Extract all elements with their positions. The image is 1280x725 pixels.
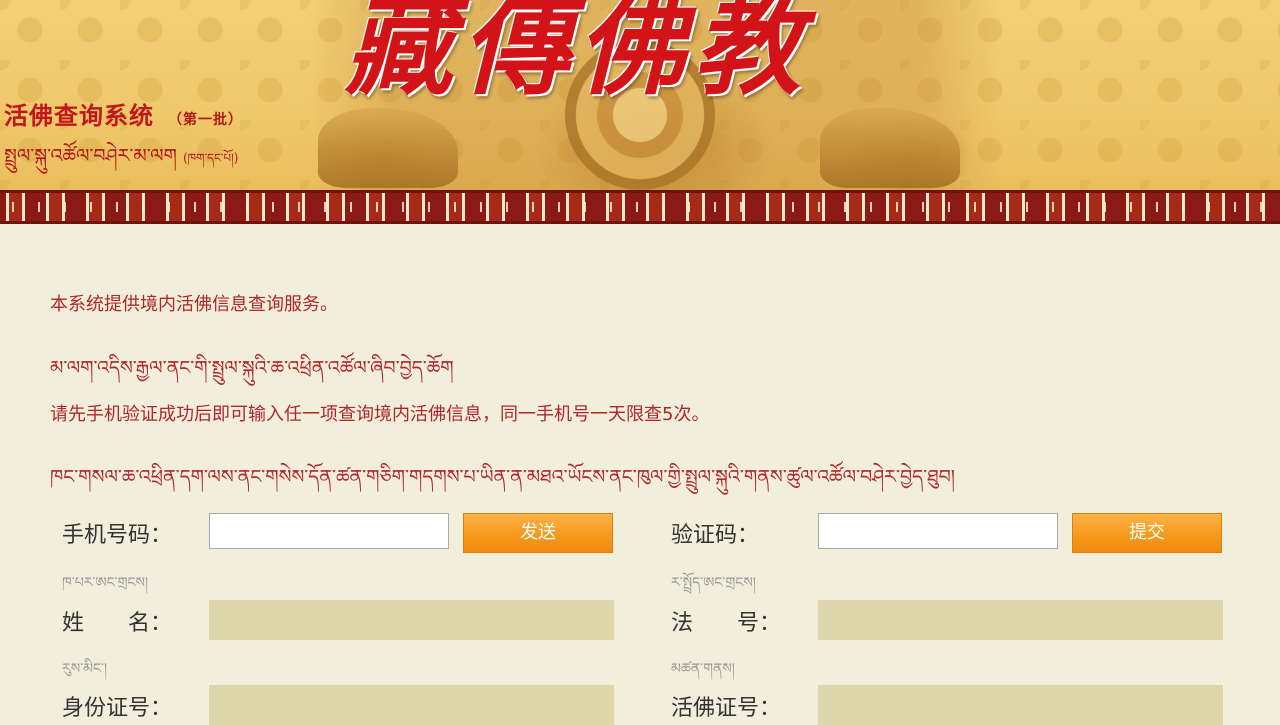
system-title-tibetan-text: སྤྲུལ་སྐུ་འཚོལ་བཤེར་མ་ལག: [4, 145, 177, 167]
decorative-border: [0, 190, 1280, 224]
intro-line-3: 请先手机验证成功后即可输入任一项查询境内活佛信息，同一手机号一天限查5次。: [50, 404, 710, 425]
batch-label-tibetan: (ཁག་དང་པོ།): [182, 151, 239, 165]
id-number-label: 身份证号：: [62, 696, 173, 721]
dharma-name-field[interactable]: [818, 600, 1223, 640]
submit-button[interactable]: 提交: [1072, 513, 1222, 553]
batch-label: （第一批）: [168, 112, 243, 128]
intro-line-4-tibetan: ཁང་གསལ་ཆ་འཕྲིན་དག་ལས་ནང་གསེས་དོན་ཚན་གཅིག…: [50, 466, 956, 488]
name-label: 姓 名：: [62, 611, 173, 636]
phone-label: 手机号码：: [62, 523, 173, 548]
header-banner: 藏傳佛教 活佛查询系统 （第一批） སྤྲུལ་སྐུ་འཚོལ་བཤེར་མ་ལ…: [0, 0, 1280, 195]
living-buddha-id-label: 活佛证号：: [671, 696, 782, 721]
phone-label-tibetan: ཁ་པར་ཨང་གྲངས།: [62, 575, 149, 591]
system-title-tibetan: སྤྲུལ་སྐུ་འཚོལ་བཤེར་མ་ལག (ཁག་དང་པོ།): [4, 134, 238, 188]
system-title: 活佛查询系统 （第一批）: [4, 96, 243, 131]
header-calligraphy: 藏傳佛教: [345, 0, 810, 110]
intro-line-1: 本系统提供境内活佛信息查询服务。: [50, 294, 338, 315]
code-label: 验证码：: [671, 523, 760, 548]
name-label-tibetan: རུས་མིང་།: [62, 661, 108, 677]
id-number-field[interactable]: [209, 685, 614, 725]
name-field[interactable]: [209, 600, 614, 640]
code-label-tibetan: ར་སྤྲོད་ཨང་གྲངས།: [671, 575, 756, 591]
dharma-name-label: 法 号：: [671, 611, 782, 636]
system-title-text: 活佛查询系统: [4, 102, 154, 130]
living-buddha-id-field[interactable]: [818, 685, 1223, 725]
intro-line-2-tibetan: མ་ལག་འདིས་རྒྱལ་ནང་གི་སྤྲུལ་སྐུའི་ཆ་འཕྲིན…: [50, 357, 454, 379]
send-button[interactable]: 发送: [463, 513, 613, 553]
dharma-name-label-tibetan: མཚན་གནས།: [671, 661, 735, 677]
code-input[interactable]: [818, 513, 1058, 549]
phone-input[interactable]: [209, 513, 449, 549]
